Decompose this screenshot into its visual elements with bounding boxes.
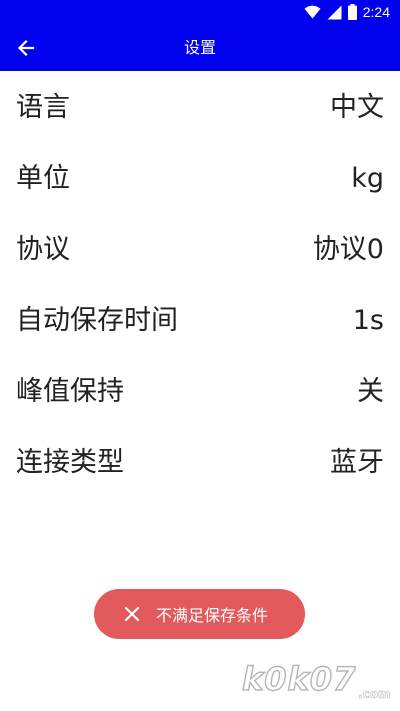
error-toast: 不满足保存条件 <box>94 589 305 639</box>
toast-message: 不满足保存条件 <box>156 606 269 625</box>
setting-row-peak-hold[interactable]: 峰值保持 关 <box>0 356 400 427</box>
watermark-logo: k0k07 .com <box>240 656 390 702</box>
status-icons: 2:24 <box>304 3 390 21</box>
setting-value: 协议0 <box>312 234 384 265</box>
setting-row-connection-type[interactable]: 连接类型 蓝牙 <box>0 427 400 498</box>
setting-label: 语言 <box>16 92 70 123</box>
setting-value: 1s <box>352 305 384 336</box>
setting-value: 中文 <box>330 92 384 123</box>
wifi-icon <box>304 5 321 19</box>
status-time: 2:24 <box>362 4 390 20</box>
setting-row-unit[interactable]: 单位 kg <box>0 143 400 214</box>
setting-value: kg <box>351 163 384 194</box>
setting-label: 峰值保持 <box>16 376 124 407</box>
svg-text:.com: .com <box>358 687 390 701</box>
close-icon <box>124 606 140 622</box>
setting-label: 自动保存时间 <box>16 305 178 336</box>
setting-row-language[interactable]: 语言 中文 <box>0 72 400 143</box>
setting-row-protocol[interactable]: 协议 协议0 <box>0 214 400 285</box>
settings-list: 语言 中文 单位 kg 协议 协议0 自动保存时间 1s 峰值保持 关 连接类型… <box>0 72 400 498</box>
setting-label: 单位 <box>16 163 70 194</box>
setting-value: 关 <box>357 376 384 407</box>
status-bar: 2:24 <box>0 0 400 24</box>
setting-row-autosave-time[interactable]: 自动保存时间 1s <box>0 285 400 356</box>
arrow-left-icon <box>17 39 35 57</box>
svg-text:k0k07: k0k07 <box>242 660 356 698</box>
page-title: 设置 <box>183 38 216 57</box>
setting-value: 蓝牙 <box>330 447 384 478</box>
battery-icon <box>347 4 357 20</box>
signal-icon <box>327 5 342 19</box>
app-bar: 设置 <box>0 24 400 71</box>
setting-label: 协议 <box>16 234 70 265</box>
setting-label: 连接类型 <box>16 447 124 478</box>
back-button[interactable] <box>6 28 46 68</box>
